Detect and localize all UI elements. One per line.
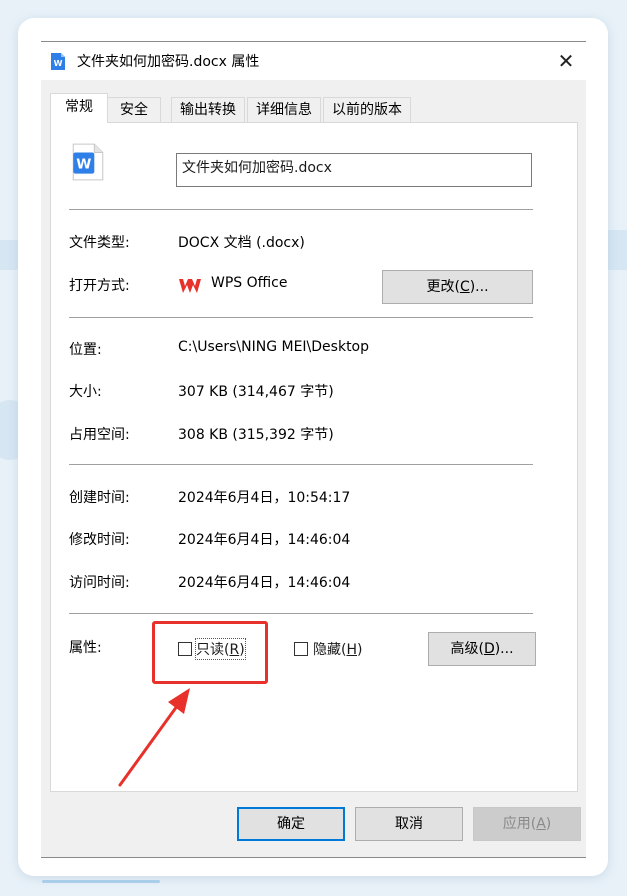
file-type-label: 文件类型: xyxy=(69,235,130,251)
bottom-accent-line xyxy=(42,880,160,883)
tab-security[interactable]: 安全 xyxy=(107,97,161,122)
accessed-value: 2024年6月4日，14:46:04 xyxy=(178,575,351,591)
window-title: 文件夹如何加密码.docx 属性 xyxy=(77,54,260,70)
tab-general[interactable]: 常规 xyxy=(50,93,108,123)
disk-size-label: 占用空间: xyxy=(69,427,130,443)
accessed-label: 访问时间: xyxy=(69,575,130,591)
file-name-field[interactable]: 文件夹如何加密码.docx xyxy=(176,153,532,187)
wps-document-icon: W xyxy=(72,143,104,181)
size-label: 大小: xyxy=(69,384,102,400)
file-type-value: DOCX 文档 (.docx) xyxy=(178,235,305,251)
modified-value: 2024年6月4日，14:46:04 xyxy=(178,532,351,548)
hidden-checkbox[interactable] xyxy=(294,642,308,656)
open-with-value: WPS Office xyxy=(211,275,288,291)
modified-label: 修改时间: xyxy=(69,532,130,548)
title-bar: W 文件夹如何加密码.docx 属性 ✕ xyxy=(41,42,586,80)
separator xyxy=(69,209,533,210)
attributes-label: 属性: xyxy=(69,640,102,656)
readonly-highlight-box xyxy=(152,621,268,684)
separator xyxy=(69,317,533,318)
svg-text:W: W xyxy=(54,59,63,68)
created-value: 2024年6月4日，10:54:17 xyxy=(178,490,351,506)
tab-output-convert[interactable]: 输出转换 xyxy=(171,97,245,122)
ok-button[interactable]: 确定 xyxy=(237,807,345,841)
size-value: 307 KB (314,467 字节) xyxy=(178,384,334,400)
created-label: 创建时间: xyxy=(69,490,130,506)
svg-text:W: W xyxy=(76,156,91,172)
apply-button[interactable]: 应用(A) xyxy=(473,807,581,841)
close-icon[interactable]: ✕ xyxy=(553,48,579,74)
cancel-button[interactable]: 取消 xyxy=(355,807,463,841)
tab-details[interactable]: 详细信息 xyxy=(247,97,321,122)
change-button[interactable]: 更改(C)... xyxy=(382,270,533,304)
separator xyxy=(69,464,533,465)
open-with-label: 打开方式: xyxy=(69,278,130,294)
advanced-button[interactable]: 高级(D)... xyxy=(428,632,536,666)
wps-document-icon: W xyxy=(51,53,65,70)
location-value: C:\Users\NING MEI\Desktop xyxy=(178,339,370,355)
annotation-arrow xyxy=(118,688,190,787)
location-label: 位置: xyxy=(69,342,102,358)
wps-office-logo xyxy=(179,279,201,293)
tab-previous-versions[interactable]: 以前的版本 xyxy=(323,97,411,122)
disk-size-value: 308 KB (315,392 字节) xyxy=(178,427,334,443)
hidden-label[interactable]: 隐藏(H) xyxy=(313,639,362,659)
separator xyxy=(69,613,533,614)
